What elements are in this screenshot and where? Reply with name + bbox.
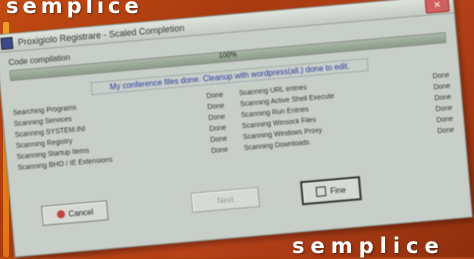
- scan-results-right: Scanning URL entries Done Scanning Active…: [239, 70, 455, 154]
- headline-word-top: semplice: [6, 0, 143, 18]
- headline-word-bottom: semplice: [292, 234, 445, 258]
- app-icon: [0, 36, 14, 50]
- item-status: Done: [211, 146, 229, 155]
- scan-results-left: Searching Programs Done Scanning Services…: [13, 90, 229, 174]
- finish-icon: [315, 186, 327, 197]
- next-button[interactable]: Next: [190, 187, 261, 213]
- next-label: Next: [216, 194, 234, 206]
- finish-button[interactable]: Fine: [300, 176, 362, 206]
- close-button[interactable]: ✕: [424, 0, 450, 14]
- cancel-label: Cancel: [68, 207, 94, 219]
- button-row: Cancel Next Fine: [21, 166, 460, 230]
- wizard-window: Proxigiolo Registrare - Scaled Completio…: [0, 0, 473, 258]
- scan-results: Searching Programs Done Scanning Services…: [13, 70, 455, 174]
- item-name: Scanning Downloads: [243, 139, 310, 153]
- cancel-button[interactable]: Cancel: [41, 200, 109, 226]
- item-status: Done: [437, 126, 455, 136]
- finish-label: Fine: [329, 184, 347, 196]
- dialog-stage: Proxigiolo Registrare - Scaled Completio…: [0, 0, 473, 259]
- cancel-icon: [56, 210, 65, 219]
